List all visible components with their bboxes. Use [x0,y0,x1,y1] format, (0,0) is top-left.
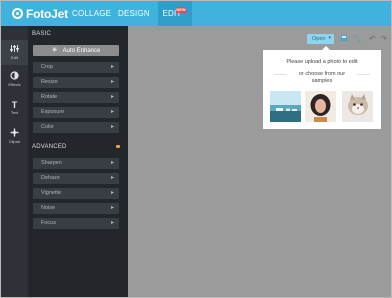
sample-photo-portrait[interactable] [305,91,336,122]
tool-label: Color [41,124,55,130]
tool-label: Vignette [41,190,62,196]
rail-label-text: Text [10,110,19,115]
caret-right-icon: ▸ [110,190,114,196]
logo-mark-icon [12,8,23,19]
open-button[interactable]: Open ▾ [307,34,334,44]
rail-item-clipart[interactable]: Clipart [1,124,28,149]
top-bar: FotoJet COLLAGE DESIGN EDIT NEW [1,1,391,26]
popup-or-line2: samples [311,78,333,84]
tool-label: Exposure [41,109,65,115]
nav-collage[interactable]: COLLAGE [72,1,111,26]
redo-icon[interactable]: ↷ [379,34,388,43]
crop-icon[interactable]: ⤡ [353,34,362,43]
nav-design[interactable]: DESIGN [118,1,150,26]
popup-or-line1: or choose from our [298,71,346,77]
tool-resize[interactable]: Resize ▸ [33,77,119,88]
tool-label: Dehaze [41,175,60,181]
tool-panel: BASIC ✳ Auto Enhance Crop ▸ Resize ▸ Rot… [28,26,128,297]
rail-item-edit[interactable]: Edit [1,40,28,65]
basic-section-title: BASIC [32,31,52,37]
tool-sharpen[interactable]: Sharpen ▸ [33,158,119,169]
caret-right-icon: ▸ [110,109,114,115]
rail-item-effects[interactable]: Effects [1,67,28,92]
caret-right-icon: ▸ [110,175,114,181]
tool-label: Resize [41,79,58,85]
caret-right-icon: ▸ [110,220,114,226]
tool-rail: Edit Effects T Text Clipart [1,26,28,297]
rail-label-effects: Effects [8,82,21,87]
effects-icon [1,71,28,82]
text-icon: T [11,100,18,110]
tool-label: Crop [41,64,53,70]
clipart-icon [1,128,28,139]
tool-vignette[interactable]: Vignette ▸ [33,188,119,199]
tool-exposure[interactable]: Exposure ▸ [33,107,119,118]
save-icon[interactable] [340,34,349,43]
tool-dehaze[interactable]: Dehaze ▸ [33,173,119,184]
tool-label: Rotate [41,94,58,100]
sample-photo-cat[interactable] [342,91,373,122]
caret-right-icon: ▸ [110,160,114,166]
logo-text: FotoJet [26,6,68,21]
caret-right-icon: ▸ [110,94,114,100]
caret-right-icon: ▸ [110,124,114,130]
rail-label-clipart: Clipart [8,139,21,144]
tool-focus[interactable]: Focus ▸ [33,218,119,229]
magic-wand-icon: ✳ [51,47,58,54]
undo-icon[interactable]: ↶ [368,34,377,43]
fotojet-logo[interactable]: FotoJet [12,5,68,22]
sliders-icon [1,44,28,55]
caret-right-icon: ▸ [110,64,114,70]
popup-or-text: or choose from our samples [287,71,357,85]
caret-right-icon: ▸ [110,79,114,85]
sample-photo-seaside[interactable] [270,91,301,122]
tool-rotate[interactable]: Rotate ▸ [33,92,119,103]
auto-enhance-button[interactable]: ✳ Auto Enhance [33,45,119,56]
tool-label: Noise [41,205,56,211]
open-label: Open [312,36,326,42]
new-badge: NEW [176,7,186,13]
rail-label-edit: Edit [11,55,18,60]
tool-noise[interactable]: Noise ▸ [33,203,119,214]
nav-edit[interactable]: EDIT [158,1,192,26]
popup-title: Please upload a photo to edit [286,59,358,65]
tool-color[interactable]: Color ▸ [33,122,119,133]
rail-item-text[interactable]: T Text [1,96,28,121]
app-window: FotoJet COLLAGE DESIGN EDIT NEW Edit Eff… [0,0,392,298]
tool-label: Focus [41,220,56,226]
crown-icon [116,145,120,148]
caret-right-icon: ▸ [110,205,114,211]
auto-enhance-label: Auto Enhance [62,47,101,54]
tool-label: Sharpen [41,160,62,166]
tool-crop[interactable]: Crop ▸ [33,62,119,73]
open-photo-popup: Please upload a photo to edit or choose … [263,50,381,129]
chevron-down-icon: ▾ [328,35,331,41]
advanced-section-title: ADVANCED [32,144,67,150]
